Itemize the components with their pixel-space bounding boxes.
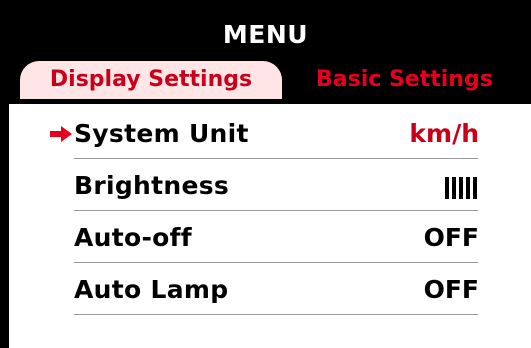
setting-row-auto-off[interactable]: Auto-off OFF bbox=[0, 216, 531, 260]
setting-row-brightness[interactable]: Brightness bbox=[0, 164, 531, 208]
brightness-bar bbox=[466, 177, 470, 199]
row-divider bbox=[74, 314, 478, 315]
row-divider bbox=[74, 262, 478, 263]
tab-basic-settings[interactable]: Basic Settings bbox=[316, 61, 493, 99]
menu-title: MENU bbox=[222, 20, 309, 49]
setting-label: Auto Lamp bbox=[74, 275, 229, 304]
setting-label: Brightness bbox=[74, 171, 230, 200]
brightness-bar bbox=[445, 177, 449, 199]
setting-label: Auto-off bbox=[74, 223, 192, 252]
display-menu-screen: MENU Display Settings Basic Settings Sys… bbox=[0, 0, 531, 348]
brightness-level-icon bbox=[445, 177, 477, 199]
brightness-bar bbox=[459, 177, 463, 199]
row-divider bbox=[74, 210, 478, 211]
row-divider bbox=[74, 158, 478, 159]
setting-row-auto-lamp[interactable]: Auto Lamp OFF bbox=[0, 268, 531, 312]
setting-value: OFF bbox=[423, 275, 479, 304]
brightness-bar bbox=[473, 177, 477, 199]
tab-display-settings[interactable]: Display Settings bbox=[20, 61, 282, 99]
brightness-bar bbox=[452, 177, 456, 199]
setting-row-system-unit[interactable]: System Unit km/h bbox=[0, 112, 531, 156]
setting-value: OFF bbox=[423, 223, 479, 252]
setting-label: System Unit bbox=[74, 119, 249, 148]
selection-arrow-icon bbox=[50, 126, 72, 142]
setting-value: km/h bbox=[409, 119, 479, 148]
menu-header: MENU Display Settings Basic Settings bbox=[0, 0, 531, 104]
